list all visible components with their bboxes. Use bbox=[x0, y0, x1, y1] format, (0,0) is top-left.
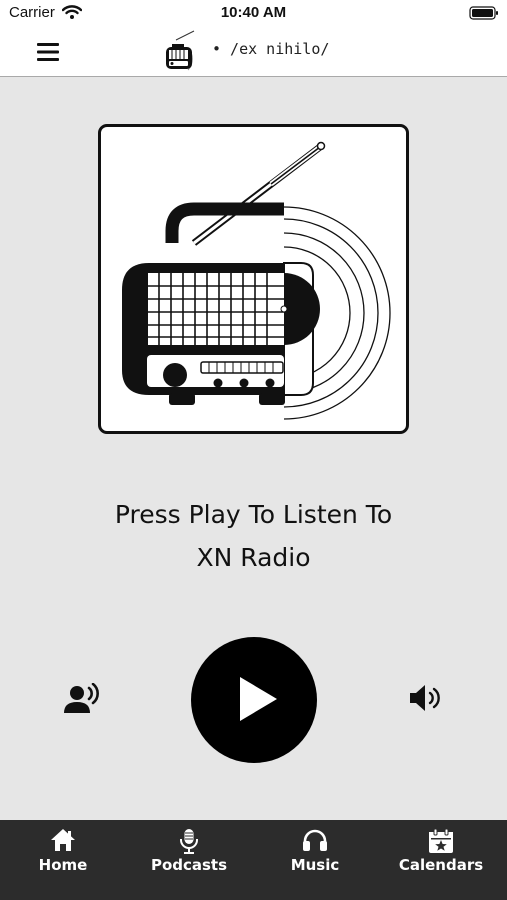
app-title: • /ex nihilo/ bbox=[212, 40, 330, 58]
tab-music[interactable]: Music bbox=[252, 820, 378, 900]
play-button[interactable] bbox=[190, 636, 318, 764]
tab-label: Calendars bbox=[398, 856, 484, 874]
status-time: 10:40 AM bbox=[220, 4, 287, 21]
tab-label: Home bbox=[38, 856, 88, 874]
headphones-icon bbox=[303, 829, 327, 851]
battery-icon bbox=[469, 6, 498, 20]
radio-artwork bbox=[98, 124, 409, 434]
tab-label: Music bbox=[290, 856, 340, 874]
tab-calendars[interactable]: Calendars bbox=[378, 820, 504, 900]
navigation-bar: • /ex nihilo/ bbox=[0, 28, 507, 77]
headline-line-1: Press Play To Listen To bbox=[114, 500, 393, 529]
headline-line-2: XN Radio bbox=[196, 543, 311, 572]
tab-bar: Home Podcasts Music Calendars bbox=[0, 820, 507, 900]
calendar-star-icon bbox=[429, 828, 453, 853]
hamburger-menu-icon[interactable] bbox=[30, 38, 66, 66]
home-icon bbox=[51, 829, 75, 851]
radio-logo-icon bbox=[166, 30, 195, 71]
tab-podcasts[interactable]: Podcasts bbox=[126, 820, 252, 900]
volume-icon[interactable] bbox=[408, 683, 444, 713]
status-bar: Carrier 10:40 AM bbox=[0, 0, 507, 28]
microphone-icon bbox=[180, 829, 198, 854]
tab-home[interactable]: Home bbox=[0, 820, 126, 900]
speaking-person-icon[interactable] bbox=[63, 683, 101, 715]
vintage-radio-icon bbox=[122, 141, 391, 420]
tab-label: Podcasts bbox=[150, 856, 228, 874]
